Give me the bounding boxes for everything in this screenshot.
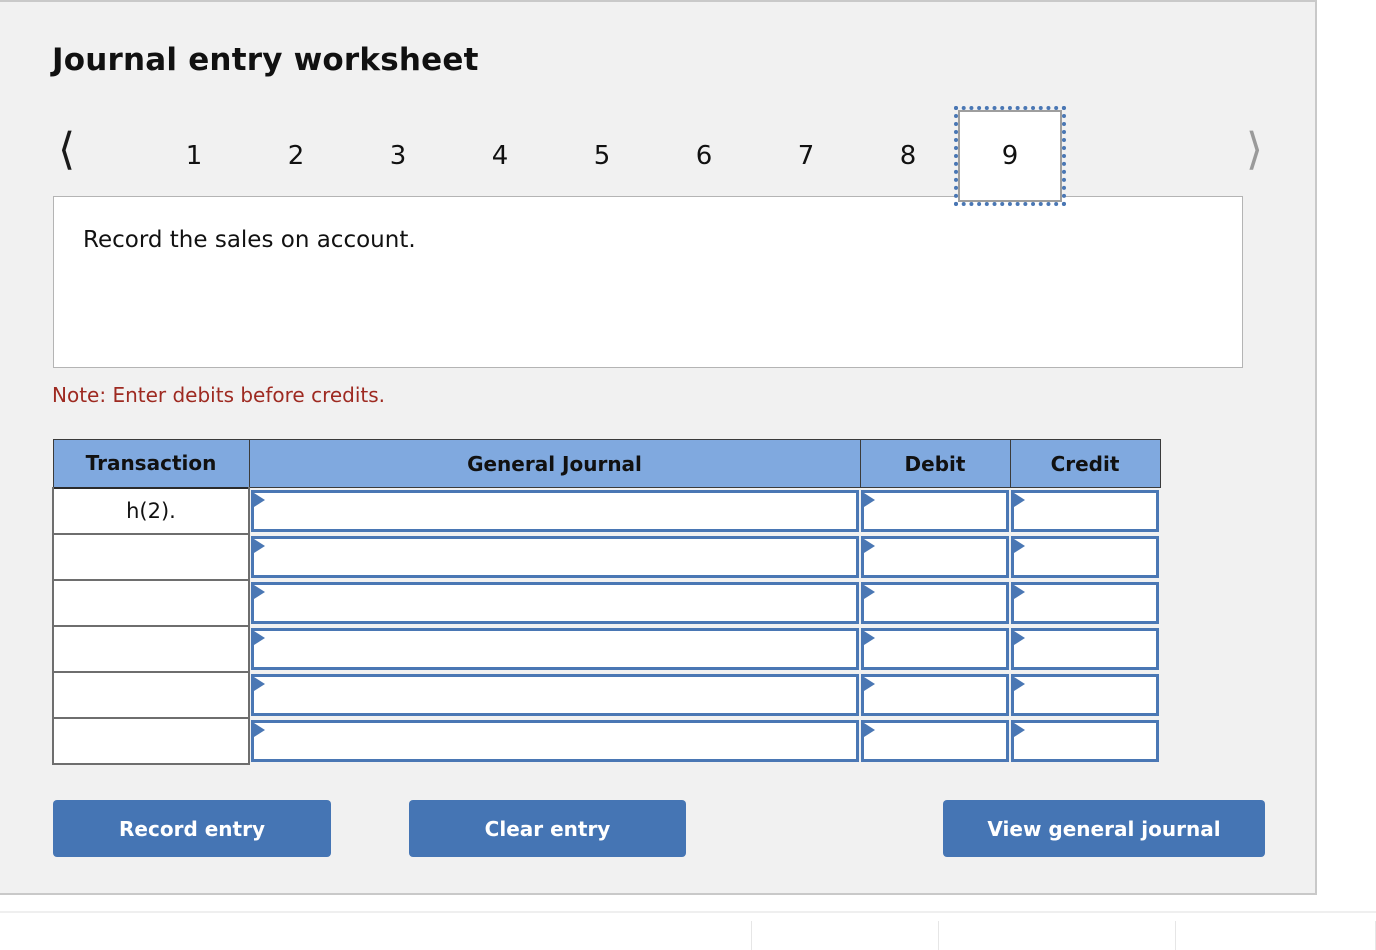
dropdown-marker-icon [1014,723,1025,737]
transaction-cell [52,534,250,581]
dropdown-marker-icon [1014,677,1025,691]
transaction-description-text: Record the sales on account. [83,227,416,253]
record-entry-button[interactable]: Record entry [53,800,331,857]
general-journal-select-cell [249,580,860,626]
dropdown-marker-icon [1014,631,1025,645]
entry-tab-3[interactable]: 3 [346,110,450,202]
transaction-cell: h(2). [52,486,250,535]
footer-cell-divider [751,921,752,950]
dropdown-marker-icon [864,631,875,645]
credit-select-cell [1010,626,1160,672]
table-row [52,672,1160,719]
clear-entry-button[interactable]: Clear entry [409,800,686,857]
debit-select-cell [860,534,1010,580]
transaction-description-box: Record the sales on account. [53,196,1243,368]
credit-select[interactable] [1011,674,1159,716]
debit-select[interactable] [861,582,1009,624]
journal-table-body: h(2). [52,486,1160,765]
entry-tab-9[interactable]: 9 [954,106,1066,206]
dropdown-marker-icon [1014,585,1025,599]
debit-select[interactable] [861,536,1009,578]
debit-select[interactable] [861,720,1009,762]
page-title: Journal entry worksheet [52,42,479,78]
dropdown-marker-icon [1014,493,1025,507]
entry-tab-7[interactable]: 7 [754,110,858,202]
column-header-transaction: Transaction [52,439,250,488]
dropdown-marker-icon [864,585,875,599]
entry-tab-5[interactable]: 5 [550,110,654,202]
debit-select-cell [860,672,1010,718]
table-header-row: Transaction General Journal Debit Credit [52,439,1161,488]
general-journal-select-cell [249,718,860,764]
transaction-cell [52,672,250,719]
table-row [52,534,1160,581]
general-journal-select-cell [249,626,860,672]
credit-select-cell [1010,487,1160,534]
credit-select-cell [1010,534,1160,580]
general-journal-select-cell [249,487,860,534]
debit-select-cell [860,626,1010,672]
table-row [52,718,1160,765]
credit-select-cell [1010,672,1160,718]
dropdown-marker-icon [254,539,265,553]
dropdown-marker-icon [254,631,265,645]
debit-select-cell [860,580,1010,626]
entry-tab-8[interactable]: 8 [856,110,960,202]
entry-tab-2[interactable]: 2 [244,110,348,202]
footer-divider [0,911,1376,913]
credit-select[interactable] [1011,582,1159,624]
transaction-cell [52,718,250,765]
footer-cell-divider [1175,921,1176,950]
column-header-general-journal: General Journal [248,439,861,488]
debit-select[interactable] [861,628,1009,670]
journal-entry-table: Transaction General Journal Debit Credit… [52,439,1161,765]
table-row [52,626,1160,673]
debit-select[interactable] [861,674,1009,716]
footer-cell-divider [938,921,939,950]
general-journal-select[interactable] [251,720,859,762]
column-header-debit: Debit [859,439,1011,488]
general-journal-select[interactable] [251,628,859,670]
credit-select[interactable] [1011,536,1159,578]
dropdown-marker-icon [254,723,265,737]
entry-tab-1[interactable]: 1 [142,110,246,202]
entry-tab-4[interactable]: 4 [448,110,552,202]
journal-entry-worksheet-panel: Journal entry worksheet ⟨ ⟩ 123456789 Re… [0,0,1317,895]
dropdown-marker-icon [864,493,875,507]
chevron-right-icon[interactable]: ⟩ [1246,128,1263,172]
general-journal-select[interactable] [251,582,859,624]
chevron-left-icon[interactable]: ⟨ [58,128,75,172]
credit-select-cell [1010,718,1160,764]
footer-partial-table [0,897,1376,950]
dropdown-marker-icon [254,493,265,507]
entry-tab-6[interactable]: 6 [652,110,756,202]
column-header-credit: Credit [1009,439,1161,488]
debit-select-cell [860,487,1010,534]
debit-select[interactable] [861,490,1009,532]
general-journal-select[interactable] [251,490,859,532]
dropdown-marker-icon [1014,539,1025,553]
general-journal-select[interactable] [251,536,859,578]
credit-select[interactable] [1011,490,1159,532]
table-row [52,580,1160,627]
general-journal-select-cell [249,672,860,718]
general-journal-select-cell [249,534,860,580]
debit-select-cell [860,718,1010,764]
entry-tab-strip: ⟨ ⟩ 123456789 [52,106,1267,206]
credit-select[interactable] [1011,628,1159,670]
credit-select[interactable] [1011,720,1159,762]
dropdown-marker-icon [864,539,875,553]
dropdown-marker-icon [864,723,875,737]
view-general-journal-button[interactable]: View general journal [943,800,1265,857]
credit-select-cell [1010,580,1160,626]
dropdown-marker-icon [864,677,875,691]
table-row: h(2). [52,486,1160,535]
dropdown-marker-icon [254,677,265,691]
general-journal-select[interactable] [251,674,859,716]
dropdown-marker-icon [254,585,265,599]
debits-before-credits-note: Note: Enter debits before credits. [52,383,386,407]
transaction-cell [52,626,250,673]
transaction-cell [52,580,250,627]
